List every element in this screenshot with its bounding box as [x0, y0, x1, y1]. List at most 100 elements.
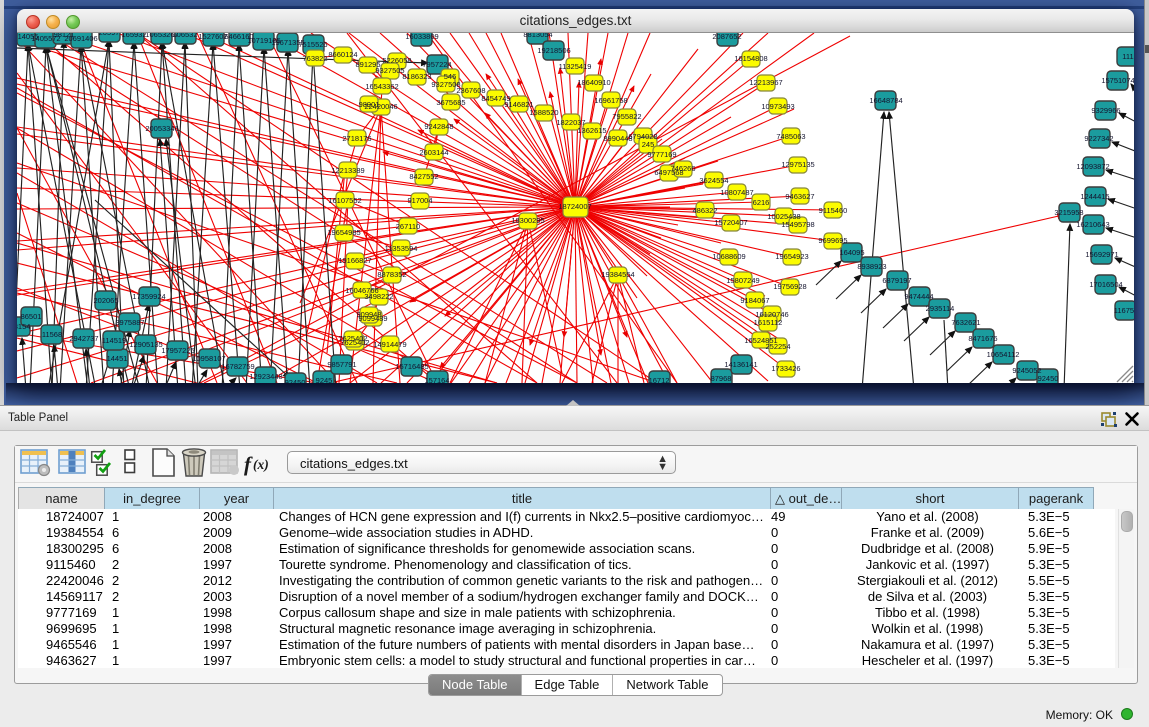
- svg-text:486322: 486322: [692, 206, 717, 215]
- svg-text:9474444: 9474444: [904, 292, 933, 301]
- svg-text:14914479: 14914479: [373, 340, 406, 349]
- svg-text:15692971: 15692971: [1085, 250, 1118, 259]
- svg-text:106532: 106532: [172, 33, 197, 39]
- svg-text:7957224: 7957224: [422, 60, 451, 69]
- svg-text:87968: 87968: [711, 374, 732, 383]
- svg-text:9115460: 9115460: [819, 206, 848, 215]
- svg-text:9245: 9245: [316, 376, 333, 383]
- svg-text:11353594: 11353594: [385, 244, 418, 253]
- svg-text:202065: 202065: [93, 296, 118, 305]
- svg-text:8471676: 8471676: [968, 334, 997, 343]
- svg-text:763822: 763822: [302, 54, 327, 63]
- svg-text:16782759: 16782759: [221, 362, 254, 371]
- svg-text:2942737: 2942737: [69, 334, 98, 343]
- svg-text:16961758: 16961758: [594, 96, 627, 105]
- svg-text:8813054: 8813054: [523, 33, 552, 39]
- svg-text:9699695: 9699695: [818, 236, 847, 245]
- svg-text:7955822: 7955822: [612, 112, 641, 121]
- svg-text:9327505: 9327505: [375, 66, 404, 75]
- svg-text:1588520: 1588520: [529, 108, 558, 117]
- svg-text:2718176: 2718176: [342, 134, 371, 143]
- svg-text:17016504: 17016504: [1089, 280, 1122, 289]
- svg-text:12213389: 12213389: [331, 166, 364, 175]
- svg-text:16712: 16712: [649, 376, 670, 383]
- svg-text:8186323: 8186323: [402, 72, 431, 81]
- svg-text:18640910: 18640910: [577, 78, 610, 87]
- svg-text:114519: 114519: [102, 336, 126, 345]
- svg-text:18300295: 18300295: [511, 216, 544, 225]
- svg-text:19166827: 19166827: [338, 256, 371, 265]
- svg-text:9463627: 9463627: [785, 192, 814, 201]
- svg-text:3624554: 3624554: [699, 176, 728, 185]
- svg-text:2935114: 2935114: [926, 304, 955, 313]
- svg-text:252254: 252254: [765, 342, 790, 351]
- svg-text:9857791: 9857791: [327, 360, 356, 369]
- svg-text:909948: 909948: [356, 310, 381, 319]
- svg-text:16648784: 16648784: [869, 96, 902, 105]
- svg-text:746266: 746266: [670, 164, 695, 173]
- svg-text:6879197: 6879197: [882, 276, 911, 285]
- svg-text:11568: 11568: [42, 330, 62, 339]
- svg-text:16154808: 16154808: [734, 54, 767, 63]
- svg-text:8427552: 8427552: [409, 172, 438, 181]
- svg-text:245: 245: [642, 140, 655, 149]
- svg-text:8938923: 8938923: [857, 262, 886, 271]
- svg-text:15716485: 15716485: [395, 362, 428, 371]
- svg-text:10688609: 10688609: [712, 252, 745, 261]
- svg-text:17359924: 17359924: [132, 292, 165, 301]
- svg-text:11325419: 11325419: [559, 62, 592, 71]
- svg-text:9227342: 9227342: [1084, 134, 1113, 143]
- svg-text:15720407: 15720407: [714, 218, 747, 227]
- svg-text:86501: 86501: [21, 312, 42, 321]
- svg-text:12213967: 12213967: [749, 78, 782, 87]
- svg-text:3498222: 3498222: [364, 292, 393, 301]
- svg-text:2087652: 2087652: [712, 33, 741, 41]
- svg-text:5226058: 5226058: [382, 56, 411, 65]
- svg-text:10973493: 10973493: [761, 102, 794, 111]
- svg-text:10654112: 10654112: [987, 350, 1020, 359]
- svg-text:1615112: 1615112: [754, 318, 783, 327]
- svg-text:1733426: 1733426: [771, 364, 800, 373]
- svg-text:12905135: 12905135: [129, 340, 162, 349]
- svg-text:8878352: 8878352: [377, 270, 406, 279]
- svg-text:f: f: [244, 452, 253, 476]
- svg-text:1527602: 1527602: [198, 33, 227, 41]
- svg-text:19654923: 19654923: [775, 252, 808, 261]
- svg-text:(x): (x): [253, 457, 269, 472]
- svg-text:6216: 6216: [753, 198, 770, 207]
- svg-text:9777169: 9777169: [647, 150, 676, 159]
- svg-text:3215958: 3215958: [1054, 208, 1083, 217]
- svg-text:15751074: 15751074: [1101, 76, 1134, 85]
- svg-text:98901: 98901: [359, 100, 380, 109]
- svg-text:19384554: 19384554: [601, 270, 634, 279]
- svg-text:3975887: 3975887: [115, 318, 144, 327]
- svg-text:10807487: 10807487: [720, 188, 753, 197]
- svg-text:15495798: 15495798: [781, 220, 814, 229]
- svg-text:19654985: 19654985: [327, 228, 360, 237]
- svg-text:2603144: 2603144: [419, 148, 448, 157]
- svg-text:7515526: 7515526: [298, 40, 327, 49]
- svg-text:9329966: 9329966: [1091, 106, 1120, 115]
- svg-text:12923448: 12923448: [249, 372, 282, 381]
- svg-text:20597: 20597: [99, 33, 120, 37]
- svg-text:12975135: 12975135: [781, 160, 814, 169]
- svg-text:9184067: 9184067: [740, 296, 769, 305]
- svg-text:16033809: 16033809: [405, 33, 438, 41]
- svg-text:1362615: 1362615: [577, 126, 606, 135]
- svg-text:92450: 92450: [1038, 374, 1059, 383]
- svg-text:19756928: 19756928: [773, 282, 806, 291]
- svg-text:15807249: 15807249: [726, 276, 759, 285]
- svg-text:16543362: 16543362: [365, 82, 398, 91]
- svg-text:267110: 267110: [396, 222, 420, 231]
- svg-text:164095: 164095: [839, 248, 864, 257]
- svg-text:19218506: 19218506: [537, 46, 570, 55]
- svg-text:20691406: 20691406: [64, 34, 97, 43]
- svg-text:116753: 116753: [1114, 306, 1134, 315]
- svg-text:7625402: 7625402: [338, 334, 367, 343]
- svg-text:9242848: 9242848: [424, 122, 453, 131]
- svg-text:16107552: 16107552: [328, 196, 361, 205]
- svg-text:3675685: 3675685: [436, 98, 465, 107]
- svg-text:917004: 917004: [407, 196, 432, 205]
- svg-text:14136141: 14136141: [724, 360, 757, 369]
- svg-text:20053346: 20053346: [145, 124, 178, 133]
